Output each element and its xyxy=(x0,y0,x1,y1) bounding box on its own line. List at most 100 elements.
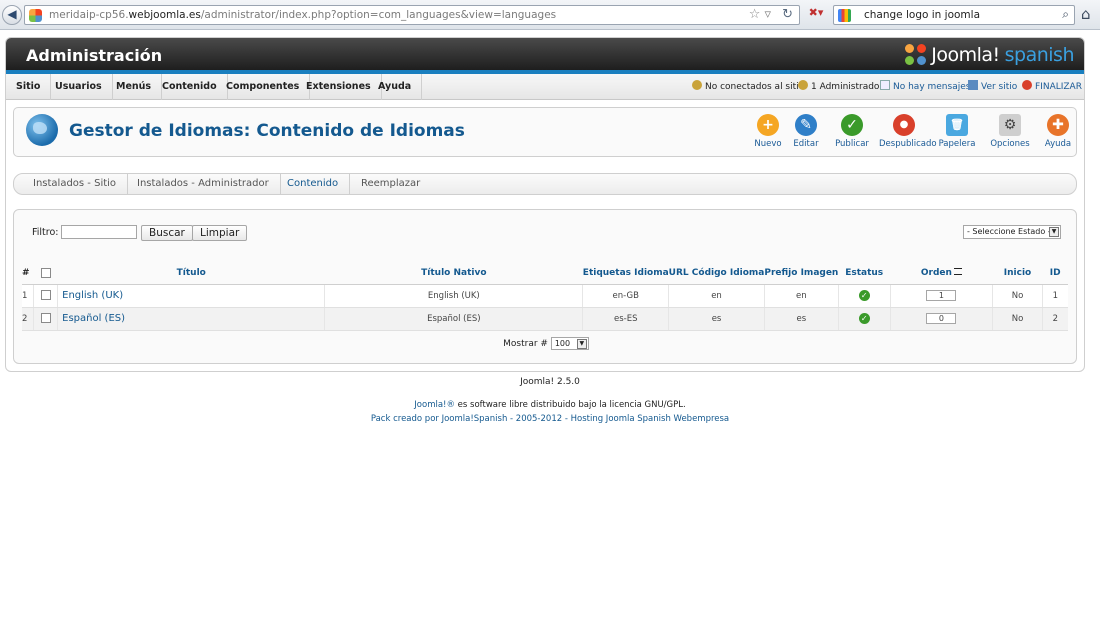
col-native-title[interactable]: Título Nativo xyxy=(324,262,583,285)
tab-overrides[interactable]: Reemplazar xyxy=(350,174,431,194)
row-status: ✓ xyxy=(837,307,891,331)
table-row: 1 English (UK) English (UK) en-GB en en … xyxy=(22,284,1068,308)
visitors-status: No conectados al sitio xyxy=(692,74,804,100)
pager-label: Mostrar # xyxy=(503,339,548,349)
edit-button[interactable]: ✎ Editar xyxy=(781,114,831,149)
dropdown-arrow-icon: ▼ xyxy=(576,339,587,349)
scrollbar[interactable] xyxy=(1088,30,1100,621)
status-select[interactable]: - Seleccione Estado - ▼ xyxy=(963,225,1061,239)
search-bar[interactable]: change logo in joomla ⌕ xyxy=(833,5,1075,25)
unpublish-icon: ● xyxy=(893,114,915,136)
admins-status: 1 Administrador xyxy=(798,74,883,100)
col-image-prefix[interactable]: Prefijo Imagen xyxy=(764,262,839,285)
order-input[interactable]: 0 xyxy=(926,313,957,324)
logo-text: Joomla! xyxy=(931,44,1000,66)
trash-button[interactable]: 🗑 Papelera xyxy=(932,114,982,149)
address-bar[interactable]: meridaip-cp56.webjoomla.es/administrator… xyxy=(24,5,800,25)
order-input[interactable]: 1 xyxy=(926,290,957,301)
reload-icon[interactable]: ↻ xyxy=(782,7,793,22)
clear-button[interactable]: Limpiar xyxy=(192,225,248,241)
col-order[interactable]: Orden xyxy=(890,262,993,285)
publish-button[interactable]: ✓ Publicar xyxy=(827,114,877,149)
search-button[interactable]: Buscar xyxy=(141,225,193,241)
col-home[interactable]: Inicio xyxy=(992,262,1043,285)
list-limit-select[interactable]: 100 ▼ xyxy=(550,337,589,350)
row-home: No xyxy=(992,307,1043,331)
col-select xyxy=(33,262,58,285)
pagination: Mostrar # 100 ▼ xyxy=(14,337,1078,350)
row-prefix: en xyxy=(763,284,839,308)
bookmark-star-icon[interactable]: ☆ ▿ xyxy=(749,7,771,22)
admin-frame: Administración Joomla! spanish Sitio Usu… xyxy=(5,37,1085,372)
version-text: Joomla! 2.5.0 xyxy=(520,377,580,387)
license-text: Joomla!® es software libre distribuido b… xyxy=(414,400,686,410)
tab-installed-site[interactable]: Instalados - Sitio xyxy=(22,174,129,194)
row-title-link[interactable]: Español (ES) xyxy=(57,307,325,331)
joomla-favicon-icon xyxy=(29,9,42,22)
edit-icon: ✎ xyxy=(795,114,817,136)
published-check-icon[interactable]: ✓ xyxy=(858,290,870,301)
row-url-code: es xyxy=(668,307,765,331)
browser-toolbar: ◀ meridaip-cp56.webjoomla.es/administrat… xyxy=(0,0,1100,30)
row-id: 1 xyxy=(1041,284,1068,308)
row-checkbox[interactable] xyxy=(40,313,51,324)
users-icon xyxy=(692,80,702,90)
view-site-link[interactable]: Ver sitio xyxy=(968,74,1017,100)
joomla-logo: Joomla! spanish xyxy=(905,41,1075,69)
search-icon[interactable]: ⌕ xyxy=(1062,7,1069,22)
lifebuoy-icon: ✚ xyxy=(1047,114,1069,136)
col-id[interactable]: ID xyxy=(1042,262,1068,285)
publish-icon: ✓ xyxy=(841,114,863,136)
joomla-link[interactable]: Joomla!® xyxy=(414,400,455,410)
back-button[interactable]: ◀ xyxy=(2,5,22,25)
admin-title: Administración xyxy=(26,46,163,65)
new-icon: + xyxy=(757,114,779,136)
logo-sub: spanish xyxy=(1004,44,1075,66)
power-icon xyxy=(1022,80,1032,90)
trash-icon: 🗑 xyxy=(946,114,968,136)
row-prefix: es xyxy=(763,307,839,331)
admin-icon xyxy=(798,80,808,90)
sort-icon[interactable] xyxy=(953,267,962,275)
home-icon[interactable]: ⌂ xyxy=(1081,5,1091,23)
addon-icon[interactable]: ✖▾ xyxy=(803,6,829,24)
published-check-icon[interactable]: ✓ xyxy=(858,313,870,324)
languages-table: # Título Título Nativo Etiquetas Idioma … xyxy=(22,262,1068,331)
help-button[interactable]: ✚ Ayuda xyxy=(1033,114,1083,149)
filter-input[interactable] xyxy=(61,225,137,239)
content-area: Filtro: Buscar Limpiar - Seleccione Esta… xyxy=(13,209,1077,364)
logout-link[interactable]: FINALIZAR xyxy=(1022,74,1082,100)
url-text: meridaip-cp56.webjoomla.es/administrator… xyxy=(49,9,557,21)
row-url-code: en xyxy=(668,284,765,308)
col-tag[interactable]: Etiquetas Idioma xyxy=(582,262,669,285)
search-input[interactable]: change logo in joomla xyxy=(864,9,980,21)
row-num: 2 xyxy=(22,307,34,331)
unpublish-button[interactable]: ● Despublicado xyxy=(879,114,937,149)
mail-icon xyxy=(880,80,890,90)
col-url-code[interactable]: URL Código Idioma xyxy=(668,262,765,285)
col-status[interactable]: Estatus xyxy=(838,262,891,285)
globe-icon xyxy=(26,114,58,146)
messages-status[interactable]: No hay mensajes xyxy=(880,74,970,100)
joomla-logo-icon xyxy=(905,44,927,66)
tab-installed-admin[interactable]: Instalados - Administrador xyxy=(126,174,281,194)
sub-navigation: Instalados - Sitio Instalados - Administ… xyxy=(13,173,1077,195)
page-title: Gestor de Idiomas: Contenido de Idiomas xyxy=(69,121,465,141)
select-all-checkbox[interactable] xyxy=(40,267,51,278)
row-order: 1 xyxy=(889,284,993,308)
tab-content[interactable]: Contenido xyxy=(276,174,351,194)
menu-item-ayuda[interactable]: Ayuda xyxy=(368,74,423,100)
main-menu: Sitio Usuarios Menús Contenido Component… xyxy=(6,74,1084,100)
row-title-link[interactable]: English (UK) xyxy=(57,284,325,308)
options-button[interactable]: ⚙ Opciones xyxy=(985,114,1035,149)
row-native-title: Español (ES) xyxy=(324,307,583,331)
col-num: # xyxy=(22,262,34,285)
row-id: 2 xyxy=(1041,307,1068,331)
credits-link[interactable]: Pack creado por Joomla!Spanish - 2005-20… xyxy=(0,414,1100,424)
table-row: 2 Español (ES) Español (ES) es-ES es es … xyxy=(22,307,1068,331)
row-checkbox[interactable] xyxy=(40,290,51,301)
menu-item-usuarios[interactable]: Usuarios xyxy=(45,74,113,100)
monitor-icon xyxy=(968,80,978,90)
col-title[interactable]: Título xyxy=(57,262,325,285)
dropdown-arrow-icon: ▼ xyxy=(1049,227,1059,237)
